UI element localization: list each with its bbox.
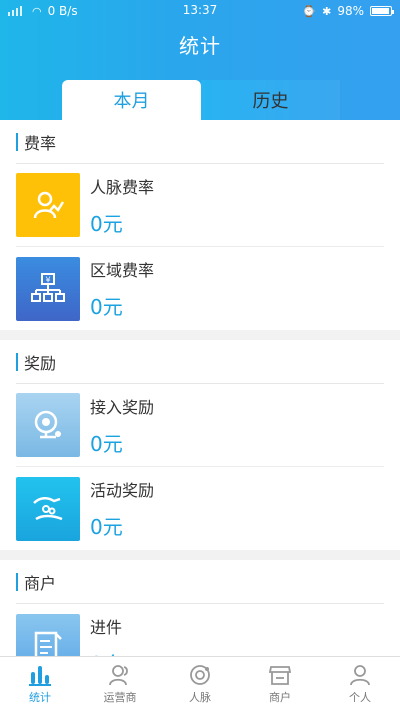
section-accent-bar xyxy=(16,132,18,151)
status-time: 13:37 xyxy=(182,3,218,17)
nav-item-personal[interactable]: 个人 xyxy=(320,657,400,711)
hand-coins-icon xyxy=(16,476,80,541)
nav-item-stats[interactable]: 统计 xyxy=(0,657,80,711)
item-value: 0元 xyxy=(90,295,123,319)
list-item-access-reward[interactable]: 接入奖励 0元 xyxy=(16,384,384,467)
section-header: 奖励 xyxy=(16,340,384,384)
people-chart-icon xyxy=(16,173,80,237)
store-icon xyxy=(268,665,292,685)
item-value: 0元 xyxy=(90,211,123,236)
section-merchant: 商户 进件 0个 xyxy=(0,560,400,656)
nav-label: 统计 xyxy=(29,690,51,704)
nav-item-operators[interactable]: 运营商 xyxy=(80,657,160,711)
bottom-nav: 统计 运营商 人脉 商户 个人 xyxy=(0,656,400,711)
section-header: 费率 xyxy=(16,120,384,164)
section-accent-bar xyxy=(16,352,18,371)
list-item-region-rate[interactable]: ¥ 区域费率 0元 xyxy=(16,247,384,330)
item-value: 0个 xyxy=(90,648,123,656)
section-rate: 费率 人脉费率 0元 ¥ 区域费率 0元 xyxy=(0,120,400,330)
nav-label: 运营商 xyxy=(103,690,137,704)
nav-item-merchants[interactable]: 商户 xyxy=(240,657,320,711)
nav-item-contacts[interactable]: 人脉 xyxy=(160,657,240,711)
list-item-activity-reward[interactable]: 活动奖励 0元 xyxy=(16,467,384,550)
item-label: 接入奖励 xyxy=(90,397,155,417)
stats-content: 费率 人脉费率 0元 ¥ 区域费率 0元 奖励 接入奖励 0元 活动奖励 0元 … xyxy=(0,120,400,656)
svg-text:¥: ¥ xyxy=(45,275,50,284)
bar-chart-icon xyxy=(29,665,51,686)
status-bar: ◠ 0 B/s 13:37 ⌚ ✱ 98% xyxy=(0,0,400,22)
section-title: 费率 xyxy=(24,133,57,153)
orbit-icon xyxy=(190,664,210,685)
item-label: 区域费率 xyxy=(90,261,155,280)
nav-label: 个人 xyxy=(349,690,371,704)
item-label: 进件 xyxy=(90,618,123,637)
item-label: 活动奖励 xyxy=(90,481,155,500)
section-header: 商户 xyxy=(16,560,384,604)
header: ◠ 0 B/s 13:37 ⌚ ✱ 98% 统计 本月 历史 xyxy=(0,0,400,120)
list-item-applications[interactable]: 进件 0个 xyxy=(16,604,384,656)
page-title: 统计 xyxy=(179,34,221,58)
tab-history[interactable]: 历史 xyxy=(201,80,340,120)
section-title: 商户 xyxy=(24,573,57,593)
yuan-network-icon: ¥ xyxy=(16,256,80,321)
nav-label: 商户 xyxy=(269,690,291,704)
document-pen-icon xyxy=(16,613,80,656)
section-reward: 奖励 接入奖励 0元 活动奖励 0元 xyxy=(0,340,400,550)
nav-label: 人脉 xyxy=(189,690,211,704)
battery-icon xyxy=(370,6,394,16)
webcam-icon xyxy=(16,393,80,457)
list-item-contact-rate[interactable]: 人脉费率 0元 xyxy=(16,164,384,247)
item-value: 0元 xyxy=(90,515,123,539)
item-value: 0元 xyxy=(90,431,123,456)
tab-bar: 本月 历史 xyxy=(62,80,340,120)
users-icon xyxy=(109,664,128,685)
item-label: 人脉费率 xyxy=(90,177,155,197)
person-icon xyxy=(350,664,370,685)
section-title: 奖励 xyxy=(24,353,57,373)
section-accent-bar xyxy=(16,572,18,591)
tab-this-month[interactable]: 本月 xyxy=(62,80,201,120)
